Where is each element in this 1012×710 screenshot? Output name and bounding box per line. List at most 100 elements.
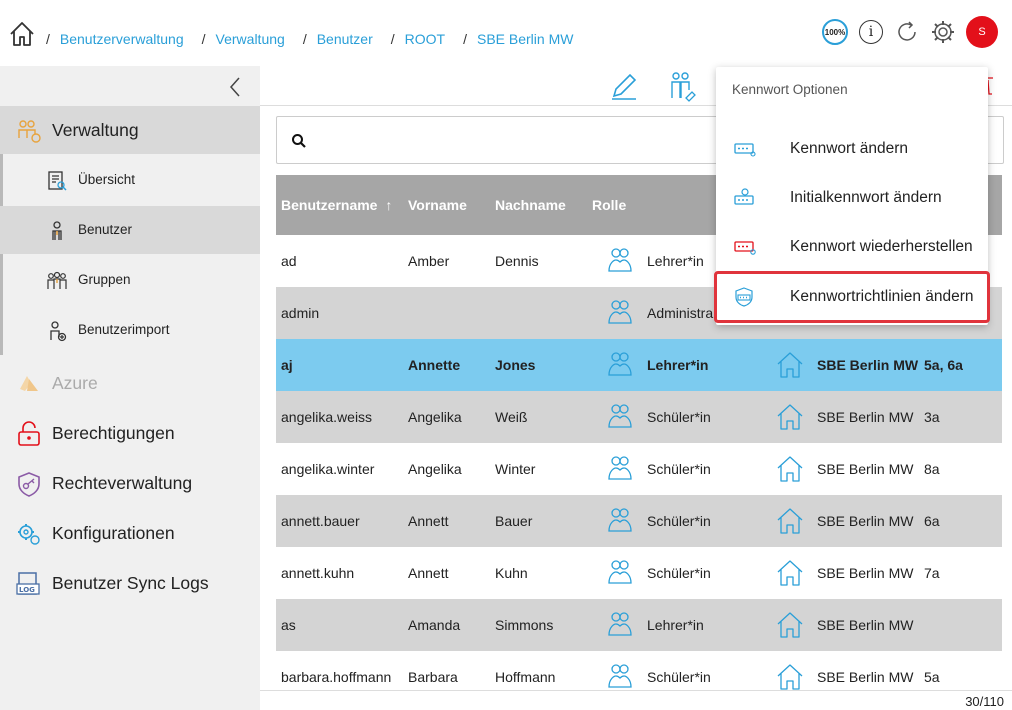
sidebar-item-label: Benutzer bbox=[78, 222, 133, 237]
cell-classes: 6a bbox=[924, 513, 940, 529]
column-header-username[interactable]: Benutzername ↑ bbox=[281, 197, 392, 213]
cell-username: angelika.winter bbox=[281, 461, 375, 477]
sidebar-item-label: Benutzerimport bbox=[78, 322, 170, 337]
sidebar-item-benutzer[interactable]: Benutzer bbox=[0, 206, 260, 254]
breadcrumb-item-school[interactable]: SBE Berlin MW bbox=[477, 31, 573, 47]
log-icon: LOG bbox=[16, 572, 40, 595]
sidebar: Verwaltung Übersicht Benutzer Gruppen Be… bbox=[0, 66, 260, 710]
refresh-icon bbox=[898, 21, 916, 41]
sidebar-item-label: Verwaltung bbox=[52, 119, 139, 140]
breadcrumb-item-verwaltung[interactable]: Verwaltung bbox=[216, 31, 285, 47]
settings-button[interactable] bbox=[930, 19, 956, 45]
user-icon bbox=[52, 221, 62, 240]
school-icon bbox=[776, 351, 804, 379]
sidebar-item-label: Gruppen bbox=[78, 272, 131, 287]
user-avatar[interactable]: S bbox=[966, 16, 998, 48]
cell-nachname: Simmons bbox=[495, 617, 554, 633]
role-icon bbox=[606, 661, 634, 691]
cell-school: SBE Berlin MW bbox=[817, 357, 919, 373]
group-icon bbox=[47, 271, 67, 289]
breadcrumb-separator: / bbox=[390, 31, 395, 47]
sidebar-item-uebersicht[interactable]: Übersicht bbox=[0, 156, 260, 204]
column-header-rolle[interactable]: Rolle bbox=[592, 197, 626, 213]
school-icon bbox=[776, 403, 804, 431]
sidebar-item-label: Benutzer Sync Logs bbox=[52, 572, 209, 593]
menu-item-label: Kennwortrichtlinien ändern bbox=[790, 288, 974, 305]
column-header-vorname[interactable]: Vorname bbox=[408, 197, 467, 213]
sidebar-item-verwaltung[interactable]: Verwaltung bbox=[0, 106, 260, 154]
search-icon bbox=[292, 134, 306, 148]
table-row[interactable]: angelika.weiss Angelika Weiß Schüler*in SBE … bbox=[276, 391, 1002, 443]
info-button[interactable]: i bbox=[858, 19, 884, 45]
school-icon bbox=[776, 663, 804, 691]
breadcrumb-item-benutzer[interactable]: Benutzer bbox=[317, 31, 373, 47]
refresh-button[interactable] bbox=[894, 19, 920, 45]
table-row[interactable]: as Amanda Simmons Lehrer*in SBE Berlin MW bbox=[276, 599, 1002, 651]
zoom-button[interactable]: 100% bbox=[822, 19, 848, 45]
table-row[interactable]: aj Annette Jones Lehrer*in SBE Berlin MW 5a, … bbox=[276, 339, 1002, 391]
school-icon bbox=[776, 455, 804, 483]
sidebar-item-label: Berechtigungen bbox=[52, 422, 175, 443]
cell-school: SBE Berlin MW bbox=[817, 513, 914, 529]
role-icon bbox=[606, 401, 634, 431]
cell-school: SBE Berlin MW bbox=[817, 409, 914, 425]
cell-rolle: Schüler*in bbox=[647, 669, 711, 685]
svg-text:LOG: LOG bbox=[19, 586, 35, 594]
cell-classes: 5a, 6a bbox=[924, 357, 963, 373]
column-header-nachname[interactable]: Nachname bbox=[495, 197, 566, 213]
cell-vorname: Amber bbox=[408, 253, 450, 269]
column-header-label: Benutzername bbox=[281, 197, 378, 213]
cell-classes: 5a bbox=[924, 669, 940, 685]
cell-rolle: Lehrer*in bbox=[647, 357, 709, 373]
role-icon bbox=[606, 245, 634, 275]
cell-rolle: Administra bbox=[647, 305, 714, 321]
menu-item-change-password[interactable]: Kennwort ändern bbox=[716, 125, 988, 173]
collapse-sidebar-icon[interactable] bbox=[226, 76, 244, 98]
cell-vorname: Barbara bbox=[408, 669, 458, 685]
breadcrumb-separator: / bbox=[302, 31, 307, 47]
cell-vorname: Amanda bbox=[408, 617, 461, 633]
home-icon[interactable] bbox=[8, 20, 36, 48]
menu-item-initial-password[interactable]: Initialkennwort ändern bbox=[716, 174, 988, 222]
sidebar-item-benutzerimport[interactable]: Benutzerimport bbox=[0, 306, 260, 354]
cell-username: aj bbox=[281, 357, 293, 373]
shield-key-icon bbox=[18, 472, 40, 497]
table-row[interactable]: annett.bauer Annett Bauer Schüler*in SBE Ber… bbox=[276, 495, 1002, 547]
sidebar-item-gruppen[interactable]: Gruppen bbox=[0, 256, 260, 304]
cell-username: annett.kuhn bbox=[281, 565, 355, 581]
cell-classes: 8a bbox=[924, 461, 940, 477]
sidebar-item-berechtigungen[interactable]: Berechtigungen bbox=[0, 409, 260, 457]
sidebar-item-sync-logs[interactable]: LOG Benutzer Sync Logs bbox=[0, 559, 260, 607]
sidebar-item-azure[interactable]: Azure bbox=[0, 359, 260, 407]
cell-rolle: Lehrer*in bbox=[647, 253, 704, 269]
breadcrumb-item-benutzerverwaltung[interactable]: Benutzerverwaltung bbox=[60, 31, 184, 47]
table-footer: 30/110 bbox=[260, 690, 1012, 710]
users-edit-icon[interactable] bbox=[666, 70, 700, 102]
row-count: 30/110 bbox=[965, 694, 1004, 709]
sidebar-item-rechteverwaltung[interactable]: Rechteverwaltung bbox=[0, 459, 260, 507]
school-icon bbox=[776, 507, 804, 535]
role-icon bbox=[606, 609, 634, 639]
menu-item-password-policy[interactable]: Kennwortrichtlinien ändern bbox=[714, 271, 990, 323]
zoom-level: 100% bbox=[822, 19, 848, 45]
cell-vorname: Angelika bbox=[408, 409, 462, 425]
role-icon bbox=[606, 349, 634, 379]
breadcrumb-separator: / bbox=[201, 31, 206, 47]
password-change-icon bbox=[734, 143, 756, 157]
cell-school: SBE Berlin MW bbox=[817, 669, 914, 685]
cell-rolle: Schüler*in bbox=[647, 513, 711, 529]
cell-rolle: Schüler*in bbox=[647, 461, 711, 477]
sidebar-item-konfigurationen[interactable]: Konfigurationen bbox=[0, 509, 260, 557]
menu-item-restore-password[interactable]: Kennwort wiederherstellen bbox=[716, 223, 988, 271]
edit-icon[interactable] bbox=[608, 70, 640, 102]
lock-icon bbox=[18, 421, 40, 446]
overview-icon bbox=[48, 171, 67, 191]
header-actions: 100% i S bbox=[822, 16, 998, 48]
table-row[interactable]: angelika.winter Angelika Winter Schüler*in S… bbox=[276, 443, 1002, 495]
table-row[interactable]: annett.kuhn Annett Kuhn Schüler*in SBE Berli… bbox=[276, 547, 1002, 599]
cell-username: annett.bauer bbox=[281, 513, 360, 529]
sidebar-item-label: Konfigurationen bbox=[52, 522, 175, 543]
cell-vorname: Angelika bbox=[408, 461, 462, 477]
role-icon bbox=[606, 557, 634, 587]
breadcrumb-item-root[interactable]: ROOT bbox=[405, 31, 445, 47]
